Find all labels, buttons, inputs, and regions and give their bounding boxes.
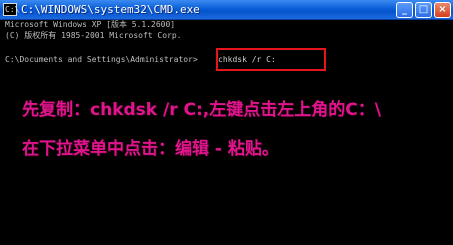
console-version-line: Microsoft Windows XP [版本 5.1.2600]: [5, 20, 176, 29]
window-title: C:\WINDOWS\system32\CMD.exe: [21, 3, 200, 16]
instruction-step-2: 在下拉菜单中点击：编辑 - 粘贴。: [22, 139, 279, 159]
maximize-icon[interactable]: □: [415, 2, 432, 18]
scrollbar[interactable]: [444, 20, 453, 245]
console-copyright-line: (C) 版权所有 1985-2001 Microsoft Corp.: [5, 31, 182, 40]
instruction-step-1: 先复制：chkdsk /r C:,左键点击左上角的C：\: [22, 100, 381, 120]
title-bar[interactable]: C:\ C:\WINDOWS\system32\CMD.exe _ □ ×: [0, 0, 453, 20]
close-icon[interactable]: ×: [434, 2, 451, 18]
cmd-window: C:\ C:\WINDOWS\system32\CMD.exe _ □ × Mi…: [0, 0, 453, 245]
console-command: chkdsk /r C:: [218, 55, 276, 64]
console-prompt: C:\Documents and Settings\Administrator>: [5, 55, 198, 64]
minimize-icon[interactable]: _: [396, 2, 413, 18]
cmd-icon[interactable]: C:\: [3, 3, 19, 16]
